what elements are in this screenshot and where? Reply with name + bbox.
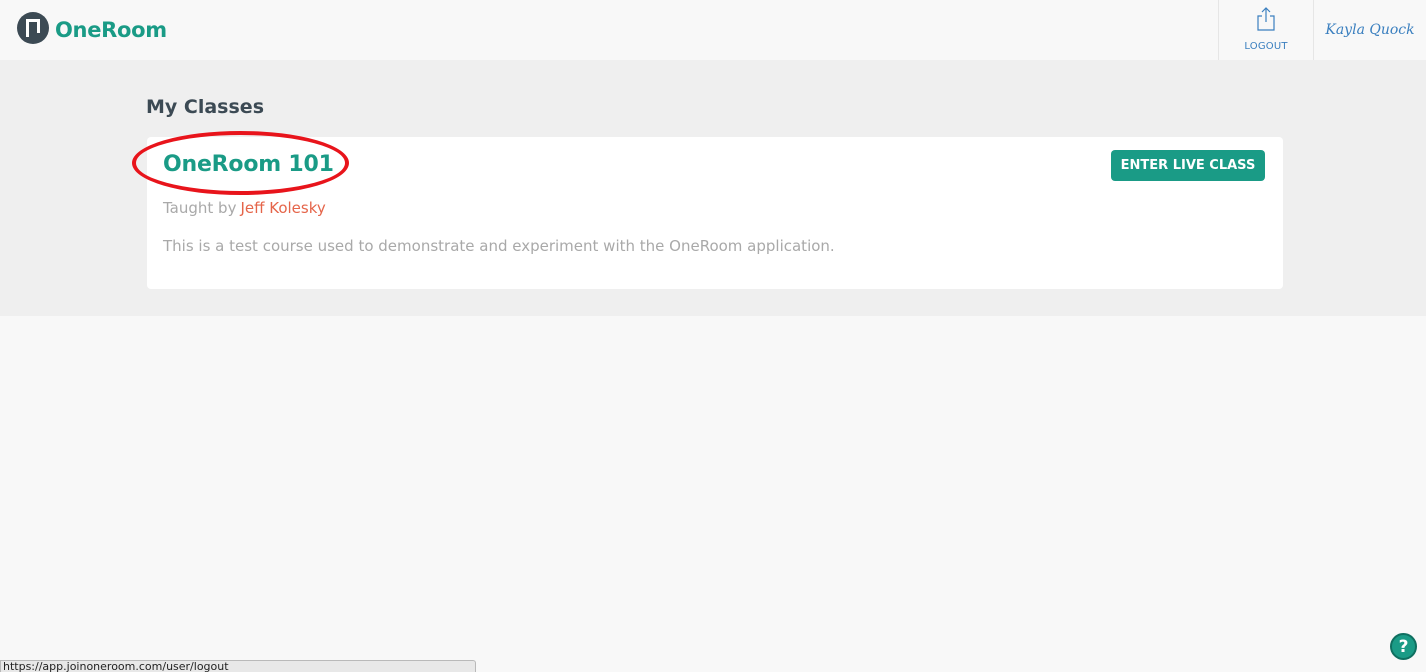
class-description: This is a test course used to demonstrat… — [163, 237, 835, 255]
logout-label: LOGOUT — [1244, 41, 1288, 52]
page-title: My Classes — [146, 96, 264, 118]
brand-name: OneRoom — [55, 18, 167, 42]
class-teacher-line: Taught by Jeff Kolesky — [163, 199, 326, 217]
top-navbar: OneRoom LOGOUT Kayla Quock — [0, 0, 1426, 60]
oneroom-logo-icon — [16, 11, 50, 49]
teacher-link[interactable]: Jeff Kolesky — [240, 199, 325, 217]
help-icon[interactable]: ? — [1390, 633, 1417, 660]
taught-by-label: Taught by — [163, 199, 237, 217]
logout-button[interactable]: LOGOUT — [1218, 0, 1314, 60]
class-title-link[interactable]: OneRoom 101 — [163, 152, 334, 177]
user-name-link[interactable]: Kayla Quock — [1314, 0, 1426, 60]
share-upload-icon — [1255, 0, 1277, 35]
enter-live-class-button[interactable]: ENTER LIVE CLASS — [1111, 150, 1265, 181]
status-bar-url: https://app.joinoneroom.com/user/logout — [0, 660, 476, 672]
brand-logo[interactable]: OneRoom — [16, 11, 167, 49]
